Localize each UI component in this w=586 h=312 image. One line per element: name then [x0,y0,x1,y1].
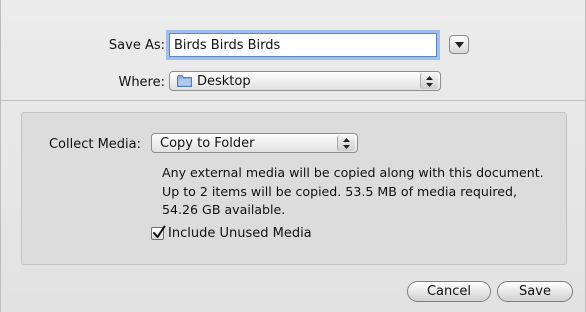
save-dialog: Save As: Where: Desktop Collect Media: C… [0,0,586,312]
save-as-label: Save As: [108,38,165,53]
popup-arrows-icon [420,73,438,89]
where-label: Where: [118,75,165,90]
where-popup[interactable]: Desktop [169,71,441,91]
collect-media-label: Collect Media: [48,137,141,152]
include-unused-media-checkbox[interactable] [151,225,166,240]
info-line: 54.26 GB available. [162,202,286,217]
popup-arrows-icon [337,135,355,151]
collect-media-info: Any external media will be copied along … [162,164,567,220]
checkmark-icon [153,225,166,238]
folder-icon [177,75,192,87]
include-unused-media-label[interactable]: Include Unused Media [168,226,312,241]
save-button[interactable]: Save [497,281,573,302]
expand-dialog-button[interactable] [449,35,469,54]
where-selected-value: Desktop [197,74,251,89]
cancel-button[interactable]: Cancel [407,281,491,302]
chevron-down-icon [455,42,464,48]
collect-media-selected-value: Copy to Folder [160,136,255,151]
info-line: Any external media will be copied along … [162,165,544,180]
save-as-input[interactable] [169,33,437,57]
info-line: Up to 2 items will be copied. 53.5 MB of… [162,183,518,199]
collect-media-popup[interactable]: Copy to Folder [151,133,358,153]
section-divider [1,100,586,101]
